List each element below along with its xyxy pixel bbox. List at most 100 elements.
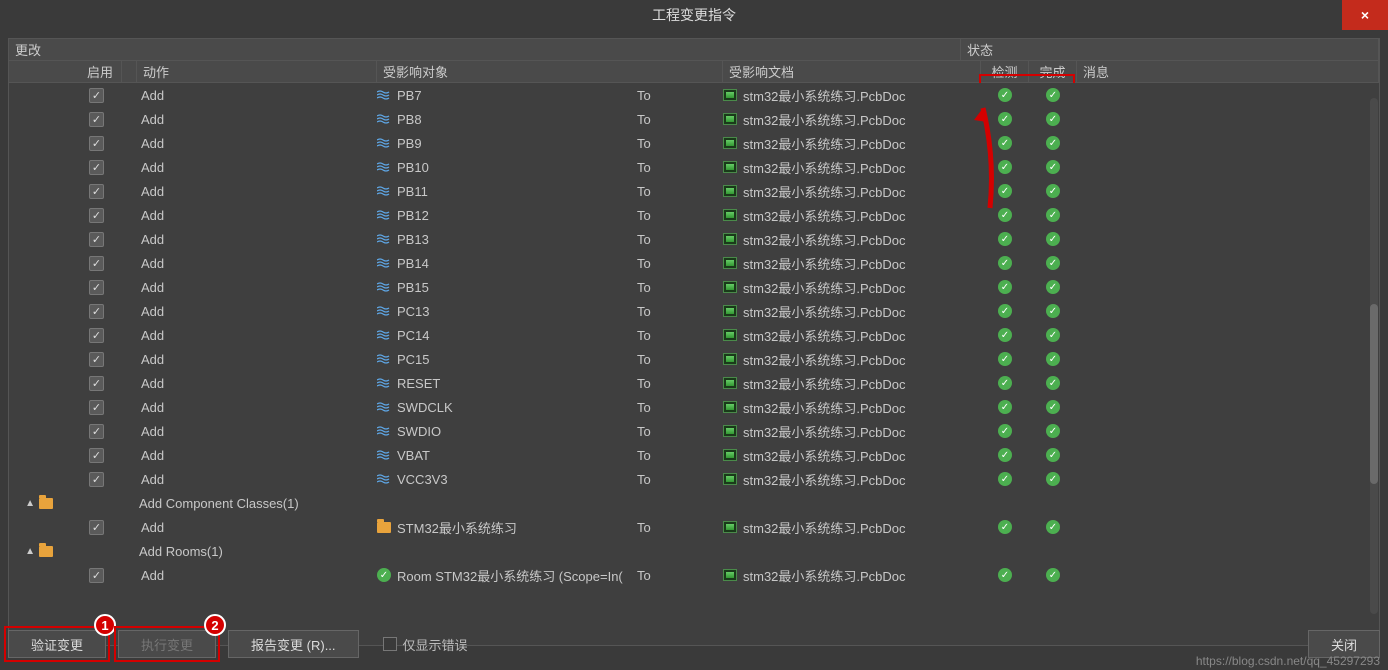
- enable-checkbox[interactable]: [89, 328, 104, 343]
- group-row[interactable]: ▲ Add Component Classes(1): [9, 491, 1379, 515]
- scrollbar[interactable]: [1370, 98, 1378, 614]
- object-cell: PB9: [377, 136, 637, 151]
- object-cell: PC13: [377, 304, 637, 319]
- check-tick-icon: [998, 376, 1012, 390]
- col-object[interactable]: 受影响对象: [377, 61, 723, 82]
- check-tick-icon: [998, 328, 1012, 342]
- table-row[interactable]: Add PB12 To stm32最小系统练习.PcbDoc: [9, 203, 1379, 227]
- table-row[interactable]: Add PC15 To stm32最小系统练习.PcbDoc: [9, 347, 1379, 371]
- pcb-icon: [723, 377, 737, 389]
- pcb-icon: [723, 569, 737, 581]
- doc-cell: stm32最小系统练习.PcbDoc: [723, 134, 981, 153]
- table-row[interactable]: Add RESET To stm32最小系统练习.PcbDoc: [9, 371, 1379, 395]
- doc-cell: stm32最小系统练习.PcbDoc: [723, 158, 981, 177]
- enable-checkbox[interactable]: [89, 568, 104, 583]
- table-row[interactable]: Add PC14 To stm32最小系统练习.PcbDoc: [9, 323, 1379, 347]
- enable-checkbox[interactable]: [89, 232, 104, 247]
- done-tick-icon: [1046, 232, 1060, 246]
- table-row[interactable]: Add PB9 To stm32最小系统练习.PcbDoc: [9, 131, 1379, 155]
- object-cell: PC15: [377, 352, 637, 367]
- enable-checkbox[interactable]: [89, 88, 104, 103]
- col-enable[interactable]: 启用: [9, 61, 122, 82]
- verify-button[interactable]: 验证变更: [8, 630, 106, 658]
- table-row[interactable]: Add PB10 To stm32最小系统练习.PcbDoc: [9, 155, 1379, 179]
- enable-checkbox[interactable]: [89, 472, 104, 487]
- folder-icon: [39, 546, 53, 557]
- grid-body[interactable]: Add PB7 To stm32最小系统练习.PcbDoc Add PB8 To…: [9, 83, 1379, 645]
- enable-checkbox[interactable]: [89, 520, 104, 535]
- object-cell: RESET: [377, 376, 637, 391]
- action-cell: Add: [137, 328, 377, 343]
- check-tick-icon: [998, 568, 1012, 582]
- only-errors-checkbox[interactable]: 仅显示错误: [383, 635, 468, 654]
- done-tick-icon: [1046, 376, 1060, 390]
- table-row[interactable]: Add PB15 To stm32最小系统练习.PcbDoc: [9, 275, 1379, 299]
- col-action[interactable]: 动作: [137, 61, 377, 82]
- table-row[interactable]: Add PB8 To stm32最小系统练习.PcbDoc: [9, 107, 1379, 131]
- to-cell: To: [637, 136, 723, 151]
- enable-checkbox[interactable]: [89, 280, 104, 295]
- enable-checkbox[interactable]: [89, 424, 104, 439]
- doc-cell: stm32最小系统练习.PcbDoc: [723, 302, 981, 321]
- enable-checkbox[interactable]: [89, 352, 104, 367]
- enable-checkbox[interactable]: [89, 160, 104, 175]
- enable-checkbox[interactable]: [89, 112, 104, 127]
- group-row[interactable]: ▲ Add Rooms(1): [9, 539, 1379, 563]
- group-label: Add Rooms(1): [59, 544, 223, 559]
- object-cell: PB13: [377, 232, 637, 247]
- doc-cell: stm32最小系统练习.PcbDoc: [723, 254, 981, 273]
- col-dropdown[interactable]: [122, 61, 137, 82]
- header-row-groups: 更改 状态: [9, 39, 1379, 61]
- table-row[interactable]: Add VCC3V3 To stm32最小系统练习.PcbDoc: [9, 467, 1379, 491]
- caret-icon[interactable]: ▲: [25, 546, 35, 557]
- to-cell: To: [637, 160, 723, 175]
- table-row[interactable]: Add VBAT To stm32最小系统练习.PcbDoc: [9, 443, 1379, 467]
- col-msg[interactable]: 消息: [1077, 61, 1379, 82]
- object-cell: Room STM32最小系统练习 (Scope=In(: [377, 566, 637, 585]
- done-tick-icon: [1046, 568, 1060, 582]
- enable-checkbox[interactable]: [89, 448, 104, 463]
- pcb-icon: [723, 185, 737, 197]
- enable-checkbox[interactable]: [89, 256, 104, 271]
- table-row[interactable]: Add SWDIO To stm32最小系统练习.PcbDoc: [9, 419, 1379, 443]
- caret-icon[interactable]: ▲: [25, 498, 35, 509]
- check-tick-icon: [998, 352, 1012, 366]
- enable-checkbox[interactable]: [89, 208, 104, 223]
- tick-icon: [377, 568, 391, 582]
- action-cell: Add: [137, 352, 377, 367]
- done-tick-icon: [1046, 304, 1060, 318]
- enable-checkbox[interactable]: [89, 136, 104, 151]
- enable-checkbox[interactable]: [89, 376, 104, 391]
- table-row[interactable]: Add PB7 To stm32最小系统练习.PcbDoc: [9, 83, 1379, 107]
- table-row[interactable]: Add SWDCLK To stm32最小系统练习.PcbDoc: [9, 395, 1379, 419]
- table-row[interactable]: Add PB13 To stm32最小系统练习.PcbDoc: [9, 227, 1379, 251]
- check-tick-icon: [998, 280, 1012, 294]
- done-tick-icon: [1046, 256, 1060, 270]
- doc-cell: stm32最小系统练习.PcbDoc: [723, 110, 981, 129]
- enable-checkbox[interactable]: [89, 400, 104, 415]
- to-cell: To: [637, 472, 723, 487]
- enable-checkbox[interactable]: [89, 184, 104, 199]
- pcb-icon: [723, 473, 737, 485]
- to-cell: To: [637, 376, 723, 391]
- action-cell: Add: [137, 400, 377, 415]
- col-check[interactable]: 检测: [981, 61, 1029, 82]
- check-tick-icon: [998, 184, 1012, 198]
- done-tick-icon: [1046, 112, 1060, 126]
- folder-icon: [39, 498, 53, 509]
- execute-button[interactable]: 执行变更: [118, 630, 216, 658]
- table-row[interactable]: Add PB14 To stm32最小系统练习.PcbDoc: [9, 251, 1379, 275]
- table-row[interactable]: Add PB11 To stm32最小系统练习.PcbDoc: [9, 179, 1379, 203]
- scrollbar-thumb[interactable]: [1370, 304, 1378, 484]
- action-cell: Add: [137, 520, 377, 535]
- table-row[interactable]: Add STM32最小系统练习 To stm32最小系统练习.PcbDoc: [9, 515, 1379, 539]
- table-row[interactable]: Add PC13 To stm32最小系统练习.PcbDoc: [9, 299, 1379, 323]
- pcb-icon: [723, 305, 737, 317]
- table-row[interactable]: Add Room STM32最小系统练习 (Scope=In( To stm32…: [9, 563, 1379, 587]
- done-tick-icon: [1046, 208, 1060, 222]
- col-done[interactable]: 完成: [1029, 61, 1077, 82]
- enable-checkbox[interactable]: [89, 304, 104, 319]
- report-button[interactable]: 报告变更 (R)...: [228, 630, 359, 658]
- col-doc[interactable]: 受影响文档: [723, 61, 981, 82]
- close-button[interactable]: ×: [1342, 0, 1388, 30]
